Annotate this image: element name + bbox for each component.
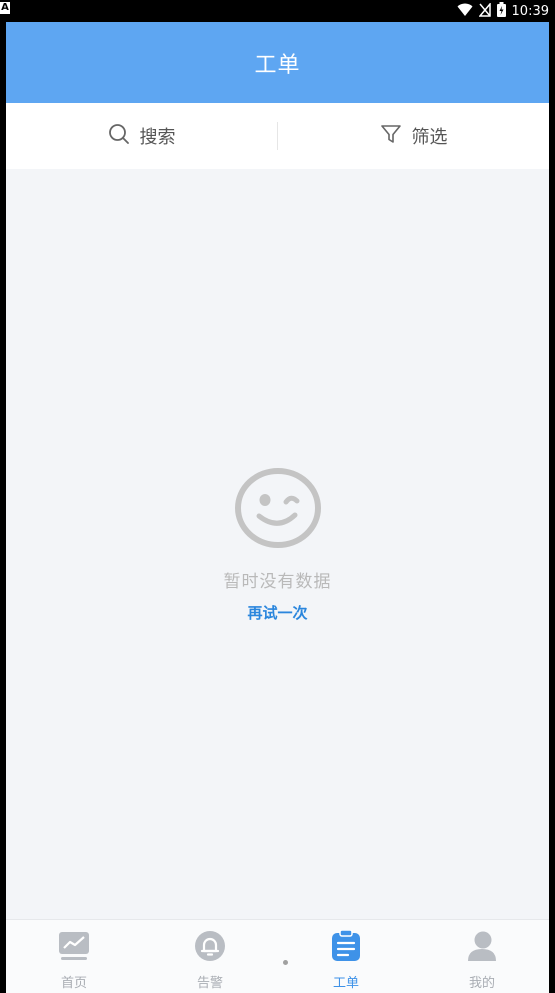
search-label: 搜索 [139, 127, 176, 148]
empty-message: 暂时没有数据 [223, 572, 332, 592]
home-chart-icon [57, 930, 91, 966]
status-bar: A 10:39 [0, 0, 555, 22]
battery-charging-icon [496, 2, 506, 20]
nav-label-alarm: 告警 [196, 976, 223, 991]
filter-icon [380, 123, 402, 150]
nav-item-home[interactable]: 首页 [14, 930, 134, 991]
toolbar: 搜索 筛选 [6, 103, 549, 169]
nav-label-mine: 我的 [468, 976, 495, 991]
signal-off-icon [477, 1, 491, 20]
user-icon [465, 930, 499, 966]
status-time: 10:39 [511, 3, 549, 19]
wifi-icon [457, 3, 473, 20]
search-icon [108, 123, 130, 150]
app-window: 工单 搜索 筛选 暂时没有数据 再试一次 首页 告警 工单 我的 [6, 22, 549, 993]
search-button[interactable]: 搜索 [6, 103, 277, 169]
nav-label-home: 首页 [60, 976, 87, 991]
nav-item-alarm[interactable]: 告警 [150, 930, 270, 991]
screen-edge-right [549, 22, 555, 993]
filter-label: 筛选 [411, 127, 448, 148]
nav-item-workorder[interactable]: 工单 [286, 929, 406, 991]
nav-label-workorder: 工单 [332, 976, 359, 991]
filter-button[interactable]: 筛选 [278, 103, 549, 169]
phone-screen: A 10:39 工单 搜索 筛选 暂时没有数据 再试一次 首页 告警 工单 我的 [0, 0, 555, 993]
wink-face-icon [233, 467, 323, 553]
empty-state: 暂时没有数据 再试一次 [6, 467, 549, 623]
status-app-indicator: A [0, 2, 10, 14]
retry-link[interactable]: 再试一次 [247, 602, 307, 623]
header-bar: 工单 [6, 22, 549, 103]
bell-icon [193, 930, 227, 966]
clipboard-icon [329, 929, 363, 966]
bottom-nav: 首页 告警 工单 我的 [6, 919, 549, 993]
status-icons: 10:39 [457, 1, 549, 20]
page-title: 工单 [254, 52, 301, 78]
nav-item-mine[interactable]: 我的 [422, 930, 542, 991]
